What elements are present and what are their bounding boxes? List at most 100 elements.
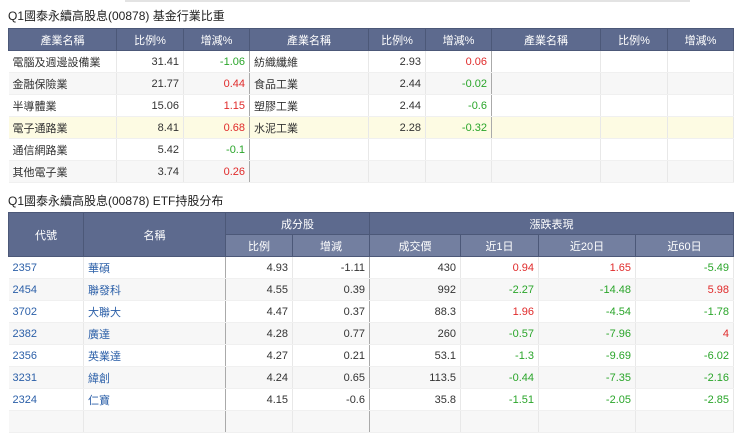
change-60d: -2.85 <box>635 388 734 411</box>
price: 113.5 <box>369 366 461 389</box>
change-1d: -1.3 <box>460 344 539 367</box>
industry-chg: -1.06 <box>183 50 250 73</box>
industry-header[interactable]: 產業名稱 <box>249 28 369 51</box>
change-1d: 1.96 <box>460 300 539 323</box>
holdings-title: Q1國泰永續高股息(00878) ETF持股分布 <box>8 194 224 208</box>
empty-cell <box>667 160 734 183</box>
change-60d: 4 <box>635 322 734 345</box>
industry-chg: -0.6 <box>425 94 492 117</box>
holding-row: 2454 聯發科 4.55 0.39 992 -2.27 -14.48 5.98 <box>8 278 734 301</box>
industry-header[interactable]: 增減% <box>183 28 250 51</box>
industry-pct: 8.41 <box>116 116 184 139</box>
industry-chg: -0.1 <box>183 138 250 161</box>
header-1d[interactable]: 近1日 <box>460 234 539 257</box>
change-20d: -4.54 <box>538 300 636 323</box>
holding-row: 2356 英業達 4.27 0.21 53.1 -1.3 -9.69 -6.02 <box>8 344 734 367</box>
stock-code-link[interactable]: 2356 <box>8 344 84 367</box>
header-name[interactable]: 名稱 <box>83 212 226 257</box>
empty-cell <box>600 160 668 183</box>
industry-row: 金融保險業 21.77 0.44 食品工業 2.44 -0.02 <box>8 72 734 95</box>
empty-cell <box>249 138 369 161</box>
holding-change: 0.77 <box>292 322 370 345</box>
empty-cell <box>600 116 668 139</box>
industry-row: 其他電子業 3.74 0.26 <box>8 160 734 183</box>
industry-title: Q1國泰永續高股息(00878) 基金行業比重 <box>8 9 225 23</box>
industry-pct: 2.28 <box>368 116 426 139</box>
holding-change: -0.6 <box>292 388 370 411</box>
stock-code-link[interactable]: 2382 <box>8 322 84 345</box>
price: 35.8 <box>369 388 461 411</box>
stock-name-link[interactable]: 緯創 <box>83 366 226 389</box>
empty-cell <box>667 50 734 73</box>
industry-pct: 2.44 <box>368 94 426 117</box>
empty-cell <box>491 116 601 139</box>
stock-code-link[interactable]: 2324 <box>8 388 84 411</box>
header-ratio[interactable]: 比例 <box>225 234 293 257</box>
industry-name: 塑膠工業 <box>249 94 369 117</box>
industry-chg: 0.26 <box>183 160 250 183</box>
stock-name-link[interactable]: 廣達 <box>83 322 226 345</box>
industry-row: 半導體業 15.06 1.15 塑膠工業 2.44 -0.6 <box>8 94 734 117</box>
holding-ratio: 4.55 <box>225 278 293 301</box>
stock-name-link[interactable]: 華碩 <box>83 256 226 279</box>
holding-row: 2324 仁寶 4.15 -0.6 35.8 -1.51 -2.05 -2.85 <box>8 388 734 411</box>
industry-header[interactable]: 增減% <box>667 28 734 51</box>
stock-name-link[interactable]: 聯發科 <box>83 278 226 301</box>
empty-cell <box>491 138 601 161</box>
industry-name: 水泥工業 <box>249 116 369 139</box>
change-20d: -7.35 <box>538 366 636 389</box>
industry-header[interactable]: 比例% <box>368 28 426 51</box>
industry-name: 電子通路業 <box>8 116 117 139</box>
empty-cell <box>600 138 668 161</box>
stock-code-link[interactable]: 3231 <box>8 366 84 389</box>
industry-chg: -0.02 <box>425 72 492 95</box>
header-price[interactable]: 成交價 <box>369 234 461 257</box>
stock-name-link[interactable]: 大聯大 <box>83 300 226 323</box>
stock-code-link[interactable]: 3702 <box>8 300 84 323</box>
stock-code-link[interactable]: 2454 <box>8 278 84 301</box>
industry-table: 產業名稱 比例% 增減% 產業名稱 比例% 增減% 產業名稱 比例% 增減% 電腦及週邊設備業 31… <box>8 28 734 183</box>
industry-pct: 5.42 <box>116 138 184 161</box>
change-1d: -2.27 <box>460 278 539 301</box>
holding-ratio: 4.15 <box>225 388 293 411</box>
holding-row: 3231 緯創 4.24 0.65 113.5 -0.44 -7.35 -2.1… <box>8 366 734 389</box>
empty-cell <box>667 116 734 139</box>
change-60d: 5.98 <box>635 278 734 301</box>
industry-header[interactable]: 增減% <box>425 28 492 51</box>
industry-name: 紡織纖維 <box>249 50 369 73</box>
empty-cell <box>491 72 601 95</box>
holding-change: -1.11 <box>292 256 370 279</box>
industry-header[interactable]: 比例% <box>116 28 184 51</box>
stock-code-link[interactable]: 2357 <box>8 256 84 279</box>
holding-row: 3702 大聯大 4.47 0.37 88.3 1.96 -4.54 -1.78 <box>8 300 734 323</box>
change-1d: 0.94 <box>460 256 539 279</box>
header-change[interactable]: 增減 <box>292 234 370 257</box>
header-code[interactable]: 代號 <box>8 212 84 257</box>
holding-change: 0.21 <box>292 344 370 367</box>
industry-header[interactable]: 產業名稱 <box>8 28 117 51</box>
holding-ratio: 4.24 <box>225 366 293 389</box>
header-60d[interactable]: 近60日 <box>635 234 734 257</box>
price: 992 <box>369 278 461 301</box>
industry-pct: 2.93 <box>368 50 426 73</box>
industry-header[interactable]: 比例% <box>600 28 668 51</box>
holding-row: 2382 廣達 4.28 0.77 260 -0.57 -7.96 4 <box>8 322 734 345</box>
empty-cell <box>491 94 601 117</box>
empty-cell <box>667 72 734 95</box>
stock-name-link[interactable]: 英業達 <box>83 344 226 367</box>
change-60d: -5.49 <box>635 256 734 279</box>
header-20d[interactable]: 近20日 <box>538 234 636 257</box>
industry-chg: 1.15 <box>183 94 250 117</box>
change-20d: -9.69 <box>538 344 636 367</box>
empty-cell <box>425 160 492 183</box>
industry-header[interactable]: 產業名稱 <box>491 28 601 51</box>
price: 53.1 <box>369 344 461 367</box>
empty-cell <box>667 94 734 117</box>
industry-chg: 0.68 <box>183 116 250 139</box>
empty-cell <box>249 160 369 183</box>
stock-name-link[interactable]: 仁寶 <box>83 388 226 411</box>
change-60d: -6.02 <box>635 344 734 367</box>
holdings-table: 代號 名稱 成分股 漲跌表現 比例 增減 成交價 近1日 近20日 近60日 2357 華碩 4… <box>8 212 734 433</box>
change-20d: -7.96 <box>538 322 636 345</box>
holding-ratio: 4.27 <box>225 344 293 367</box>
